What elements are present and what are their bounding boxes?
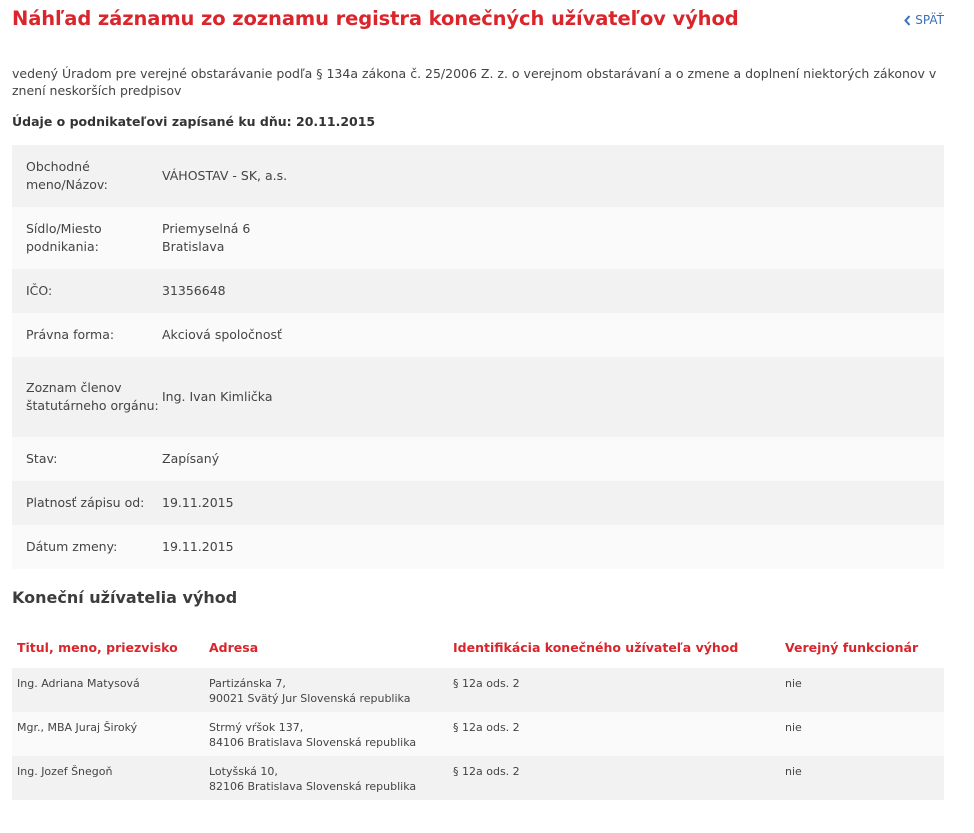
detail-label: Sídlo/Miesto podnikania: [26, 221, 102, 254]
detail-value: 19.11.2015 [162, 539, 234, 554]
table-row: Ing. Jozef Šnegoň Lotyšská 10, 82106 Bra… [12, 756, 944, 800]
beneficiary-identification: § 12a ods. 2 [453, 765, 520, 778]
beneficiary-address: Partizánska 7, 90021 Svätý Jur Slovenská… [204, 668, 448, 712]
table-row: Mgr., MBA Juraj Široký Strmý vŕšok 137, … [12, 712, 944, 756]
detail-value: Ing. Ivan Kimlička [162, 389, 273, 404]
beneficiary-public-official: nie [785, 721, 802, 734]
detail-row-ico: IČO: 31356648 [12, 269, 944, 313]
seat-city: Bratislava [162, 239, 225, 254]
detail-row-statutory-members: Zoznam členov štatutárneho orgánu: Ing. … [12, 357, 944, 437]
detail-row-status: Stav: Zapísaný [12, 437, 944, 481]
recorded-date-label: Údaje o podnikateľovi zapísané ku dňu: 2… [12, 114, 376, 129]
address-line: Strmý vŕšok 137, [209, 721, 304, 734]
column-header-name: Titul, meno, priezvisko [17, 639, 178, 655]
beneficiary-name: Ing. Jozef Šnegoň [17, 765, 113, 778]
detail-label: Zoznam členov štatutárneho orgánu: [26, 380, 159, 413]
beneficiary-address: Strmý vŕšok 137, 84106 Bratislava Sloven… [204, 712, 448, 756]
column-header-identification: Identifikácia konečného užívateľa výhod [453, 639, 739, 655]
address-line: 82106 Bratislava Slovenská republika [209, 780, 417, 793]
beneficiaries-table: Titul, meno, priezvisko Adresa Identifik… [12, 626, 944, 800]
detail-label: Dátum zmeny: [26, 539, 118, 554]
detail-label: Platnosť zápisu od: [26, 495, 145, 510]
detail-row-seat: Sídlo/Miesto podnikania: Priemyselná 6 B… [12, 207, 944, 269]
beneficiary-name: Mgr., MBA Juraj Široký [17, 721, 138, 734]
beneficiary-identification: § 12a ods. 2 [453, 721, 520, 734]
page: Náhľad záznamu zo zoznamu registra koneč… [12, 0, 944, 800]
back-link[interactable]: SPÄŤ [904, 13, 944, 27]
seat-street: Priemyselná 6 [162, 221, 251, 236]
detail-label: Obchodné meno/Názov: [26, 159, 108, 192]
detail-value: Priemyselná 6 Bratislava [162, 207, 944, 269]
address-line: Lotyšská 10, [209, 765, 278, 778]
detail-value: Akciová spoločnosť [162, 327, 282, 342]
column-header-address: Adresa [209, 639, 259, 655]
chevron-left-icon [904, 14, 911, 26]
address-line: 84106 Bratislava Slovenská republika [209, 736, 417, 749]
back-link-label: SPÄŤ [915, 13, 944, 27]
detail-label: Stav: [26, 451, 58, 466]
detail-value: 19.11.2015 [162, 495, 234, 510]
register-description: vedený Úradom pre verejné obstarávanie p… [12, 66, 937, 98]
detail-label: Právna forma: [26, 327, 115, 342]
detail-value: 31356648 [162, 283, 226, 298]
detail-label: IČO: [26, 283, 53, 298]
table-header-row: Titul, meno, priezvisko Adresa Identifik… [12, 626, 944, 668]
detail-row-legal-form: Právna forma: Akciová spoločnosť [12, 313, 944, 357]
detail-row-name: Obchodné meno/Názov: VÁHOSTAV - SK, a.s. [12, 145, 944, 207]
column-header-public-official: Verejný funkcionár [785, 639, 919, 655]
page-header: Náhľad záznamu zo zoznamu registra koneč… [12, 0, 944, 62]
beneficiary-identification: § 12a ods. 2 [453, 677, 520, 690]
table-row: Ing. Adriana Matysová Partizánska 7, 900… [12, 668, 944, 712]
entrepreneur-details-table: Obchodné meno/Názov: VÁHOSTAV - SK, a.s.… [12, 145, 944, 569]
beneficiary-public-official: nie [785, 765, 802, 778]
beneficiary-address: Lotyšská 10, 82106 Bratislava Slovenská … [204, 756, 448, 800]
detail-value: Zapísaný [162, 451, 220, 466]
address-line: 90021 Svätý Jur Slovenská republika [209, 692, 411, 705]
page-title: Náhľad záznamu zo zoznamu registra koneč… [12, 7, 739, 30]
beneficiaries-heading: Koneční užívatelia výhod [12, 588, 238, 607]
detail-value: VÁHOSTAV - SK, a.s. [162, 168, 288, 183]
beneficiary-name: Ing. Adriana Matysová [17, 677, 140, 690]
beneficiary-public-official: nie [785, 677, 802, 690]
address-line: Partizánska 7, [209, 677, 286, 690]
detail-row-change-date: Dátum zmeny: 19.11.2015 [12, 525, 944, 569]
detail-row-valid-from: Platnosť zápisu od: 19.11.2015 [12, 481, 944, 525]
